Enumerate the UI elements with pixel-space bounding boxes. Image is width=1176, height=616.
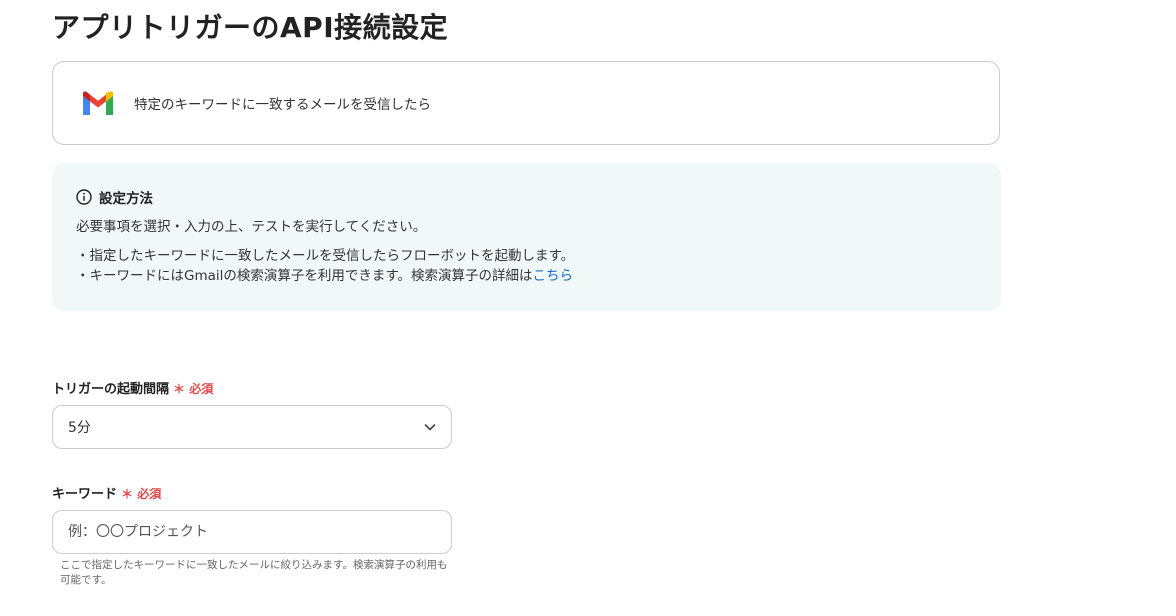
keyword-help-text: ここで指定したキーワードに一致したメールに絞り込みます。検索演算子の利用も可能で…	[60, 559, 448, 586]
info-heading: 設定方法	[76, 187, 977, 207]
search-operators-link[interactable]: こちら	[533, 268, 574, 284]
interval-label-text: トリガーの起動間隔	[52, 382, 170, 397]
setup-instructions: 設定方法 必要事項を選択・入力の上、テストを実行してください。 ・指定したキーワ…	[52, 163, 1001, 311]
chevron-down-icon	[424, 424, 436, 431]
info-line-1: 必要事項を選択・入力の上、テストを実行してください。	[76, 219, 427, 235]
keyword-input[interactable]	[52, 510, 452, 554]
info-line-2: ・指定したキーワードに一致したメールを受信したらフローボットを起動します。	[76, 248, 575, 264]
interval-select[interactable]: 5分	[52, 405, 452, 449]
required-badge: ＊ 必須	[173, 382, 214, 396]
settings-page: アプリトリガーのAPI接続設定 特定のキーワードに一致するメールを受信したら 設…	[0, 0, 1176, 616]
info-line-3-text: ・キーワードにはGmailの検索演算子を利用できます。検索演算子の詳細は	[76, 268, 533, 284]
interval-label: トリガーの起動間隔＊ 必須	[52, 378, 213, 397]
trigger-label: 特定のキーワードに一致するメールを受信したら	[134, 97, 431, 113]
info-line-3: ・キーワードにはGmailの検索演算子を利用できます。検索演算子の詳細はこちら	[76, 266, 977, 286]
info-icon	[76, 189, 92, 205]
page-title: アプリトリガーのAPI接続設定	[52, 11, 449, 44]
gmail-icon	[83, 91, 113, 115]
interval-select-value: 5分	[68, 420, 91, 436]
trigger-card: 特定のキーワードに一致するメールを受信したら	[52, 61, 1000, 145]
keyword-label-text: キーワード	[52, 487, 118, 502]
info-heading-text: 設定方法	[99, 191, 153, 207]
required-badge: ＊ 必須	[121, 487, 162, 501]
keyword-label: キーワード＊ 必須	[52, 483, 161, 502]
